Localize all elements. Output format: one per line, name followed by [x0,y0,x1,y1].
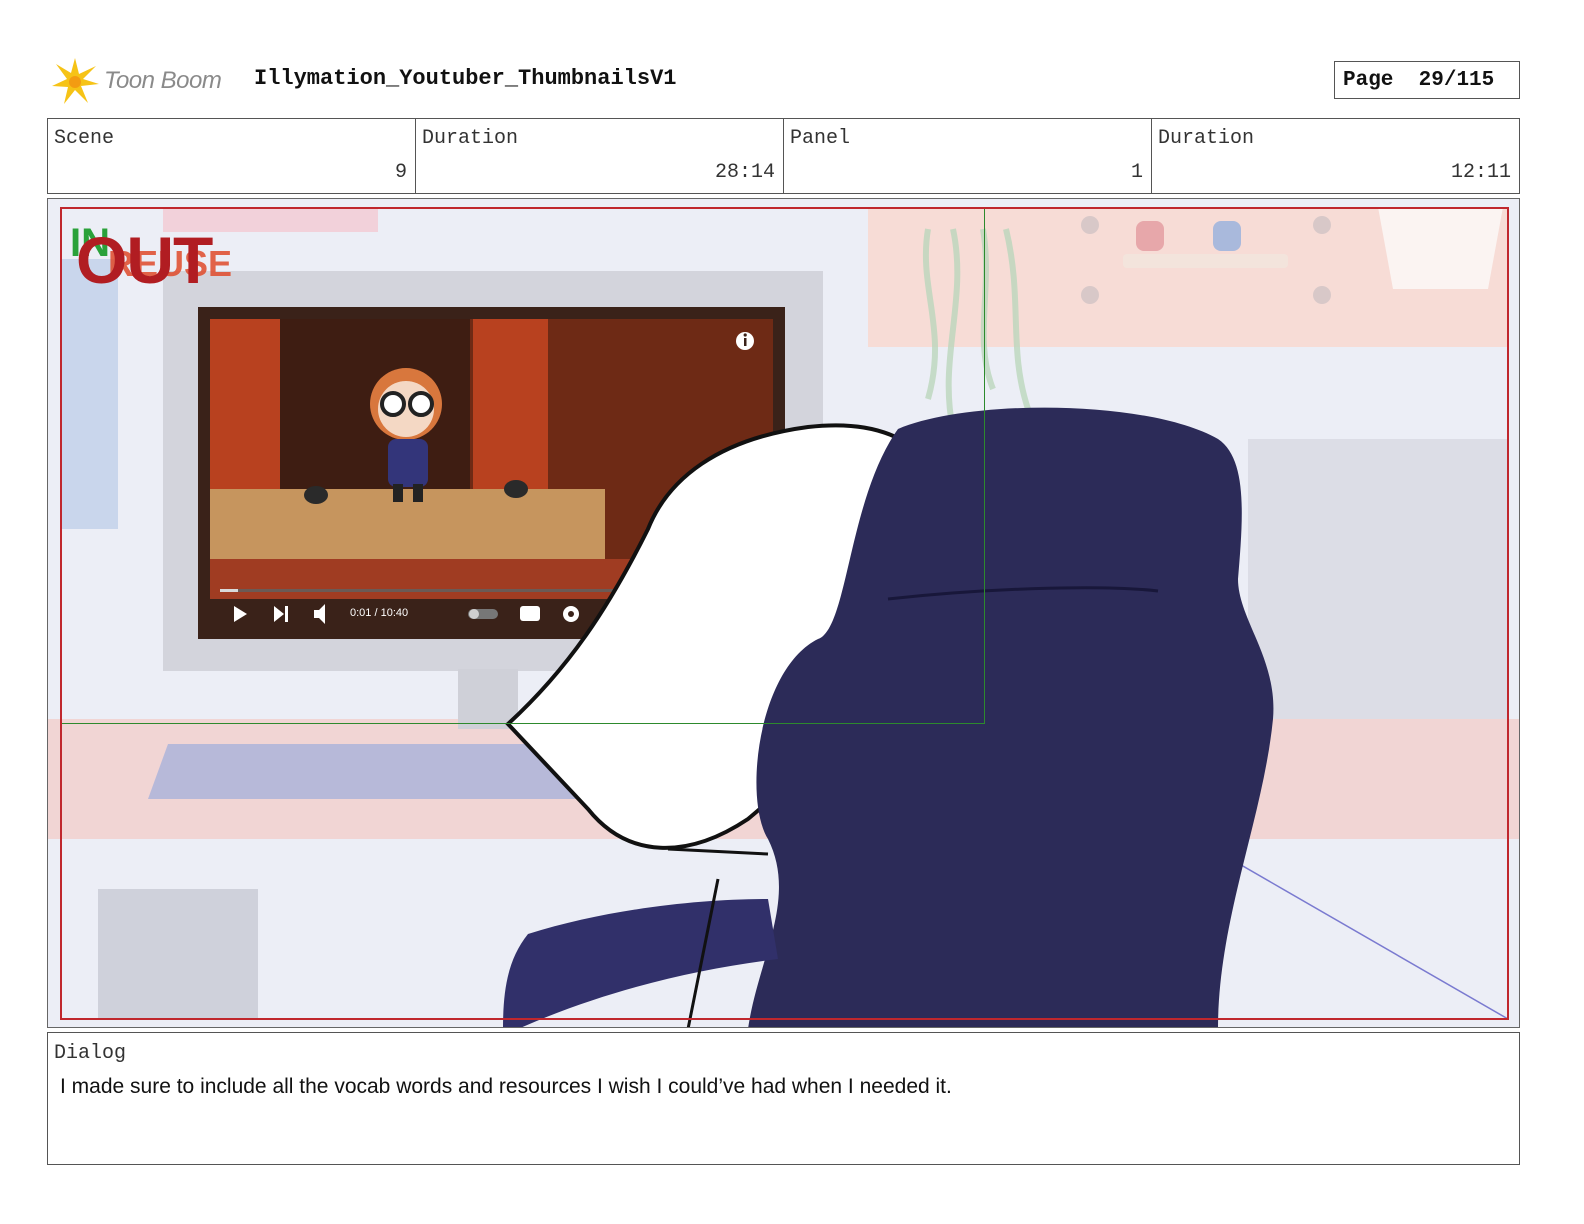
scene-value: 9 [394,161,407,184]
storyboard-panel: IN REUSE OUT 0:01 / 10:40 [47,198,1520,1028]
panel-duration-cell: Duration 12:11 [1152,119,1519,193]
star-burst-icon [52,58,99,104]
out-frame-border [60,207,1509,1020]
dialog-text: I made sure to include all the vocab wor… [60,1075,952,1098]
scene-info-table: Scene 9 Duration 28:14 Panel 1 Duration … [47,118,1520,194]
page-label: Page [1343,68,1394,92]
scene-duration-label: Duration [422,127,519,150]
page-value: 29/115 [1418,68,1495,92]
panel-label: Panel [790,127,851,150]
video-time-readout: 0:01 / 10:40 [350,607,409,619]
scene-label: Scene [54,127,115,150]
scene-duration-value: 28:14 [714,161,775,184]
scene-duration-cell: Duration 28:14 [416,119,784,193]
out-label: OUT [76,223,213,297]
dialog-label: Dialog [54,1042,127,1065]
scene-cell: Scene 9 [48,119,416,193]
panel-duration-label: Duration [1158,127,1255,150]
logo-text: Toon Boom [104,67,222,94]
dialog-box: Dialog I made sure to include all the vo… [47,1032,1520,1165]
panel-value: 1 [1130,161,1143,184]
panel-cell: Panel 1 [784,119,1152,193]
page-indicator: Page 29/115 [1334,61,1520,99]
toon-boom-logo: Toon Boom [50,55,240,107]
document-title: Illymation_Youtuber_ThumbnailsV1 [254,66,677,91]
panel-duration-value: 12:11 [1450,161,1511,184]
